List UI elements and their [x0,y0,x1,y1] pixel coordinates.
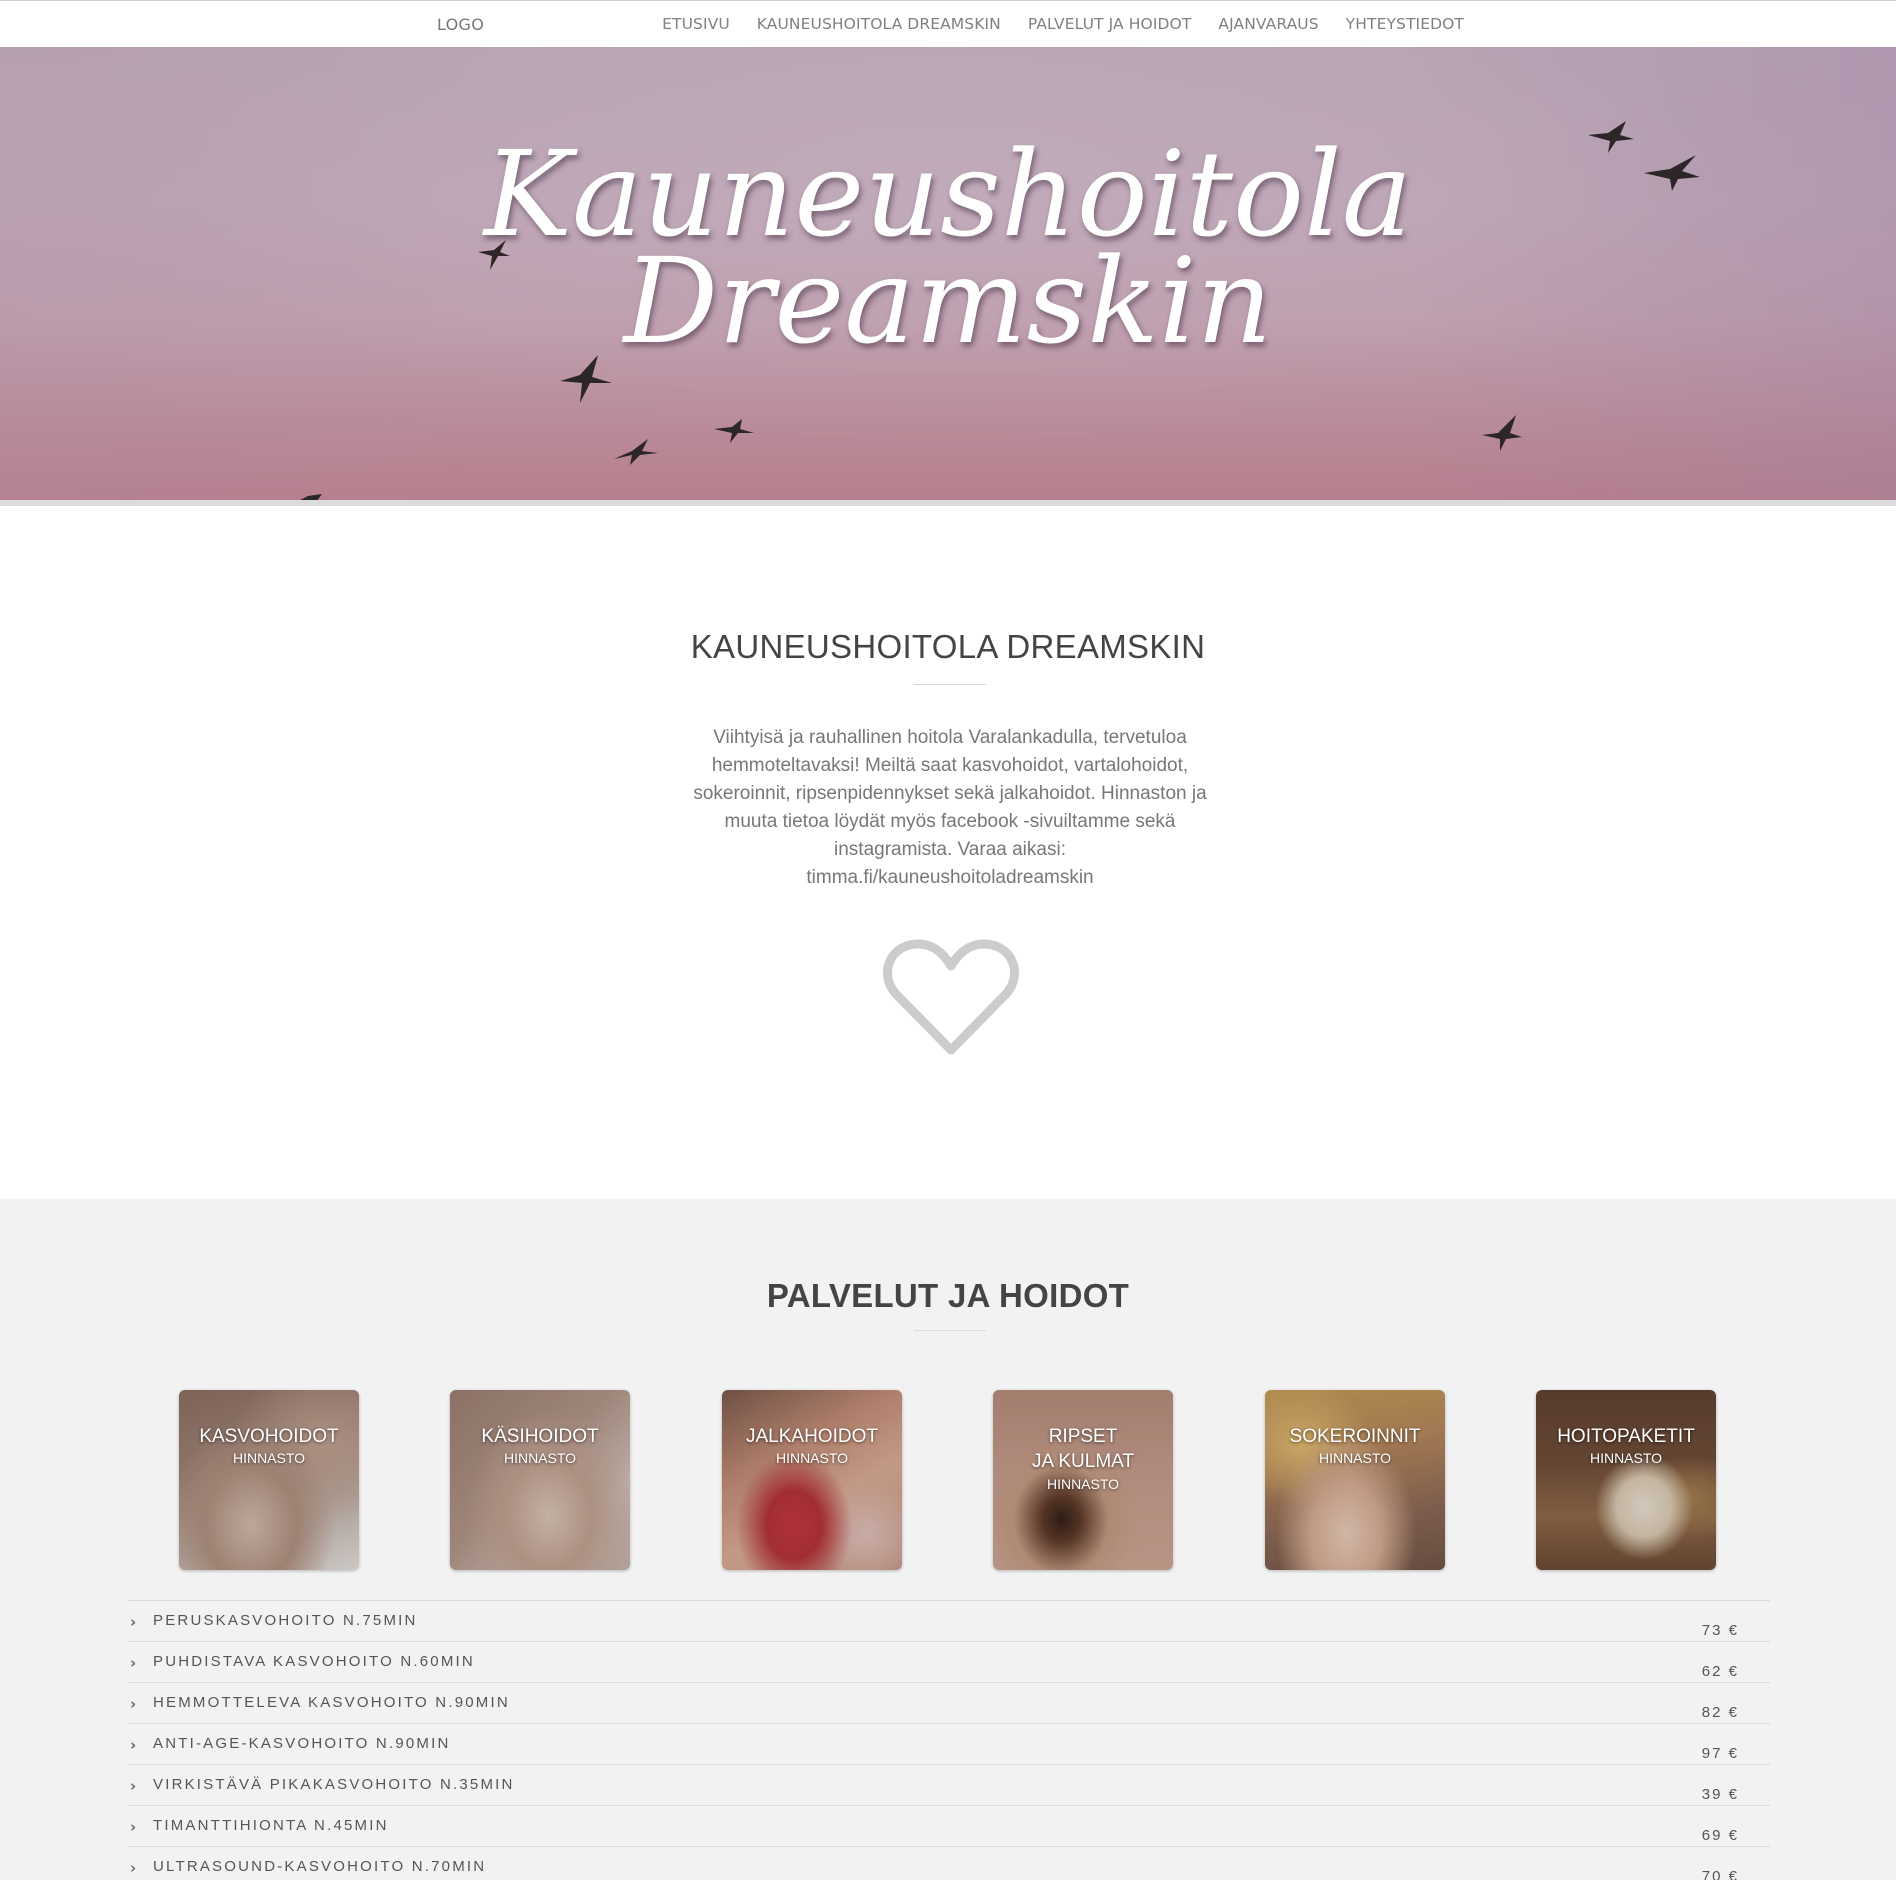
price-list: › PERUSKASVOHOITO N.75MIN 73 € › PUHDIST… [128,1600,1770,1880]
price-item-name: VIRKISTÄVÄ PIKAKASVOHOITO N.35MIN [153,1776,515,1793]
price-row[interactable]: › ANTI-AGE-KASVOHOITO N.90MIN 97 € [128,1723,1770,1764]
bird-icon [1588,121,1634,153]
card-title: SOKEROINNIT [1289,1426,1421,1447]
price-row[interactable]: › VIRKISTÄVÄ PIKAKASVOHOITO N.35MIN 39 € [128,1764,1770,1805]
bird-icon [1482,415,1522,451]
price-item-name: TIMANTTIHIONTA N.45MIN [153,1817,389,1834]
service-card-jalkahoidot[interactable]: JALKAHOIDOT HINNASTO [722,1390,902,1570]
card-title: JALKAHOIDOT [746,1426,878,1447]
price-item-name: ULTRASOUND-KASVOHOITO N.70MIN [153,1858,487,1875]
price-item-price: 73 € [1701,1622,1739,1639]
card-overlay [179,1390,359,1570]
price-item-price: 97 € [1701,1745,1739,1762]
card-overlay [1536,1390,1716,1570]
card-title: HOITOPAKETIT [1557,1426,1695,1447]
service-card-kasihoidot[interactable]: KÄSIHOIDOT HINNASTO [450,1390,630,1570]
chevron-right-icon: › [130,1736,137,1754]
heart-icon [883,939,1019,1055]
navbar: LOGO ETUSIVU KAUNEUSHOITOLA DREAMSKIN PA… [0,1,1896,47]
price-row[interactable]: › HEMMOTTELEVA KASVOHOITO N.90MIN 82 € [128,1682,1770,1723]
card-title: KASVOHOIDOT [199,1426,339,1447]
card-subtitle: HINNASTO [503,1450,577,1466]
price-item-name: HEMMOTTELEVA KASVOHOITO N.90MIN [153,1694,510,1711]
logo-link[interactable]: LOGO [437,15,484,34]
bird-icon [560,355,612,403]
bird-icon [1644,155,1700,191]
nav-item-yhteystiedot[interactable]: YHTEYSTIEDOT [1346,15,1464,33]
card-subtitle: HINNASTO [775,1450,849,1466]
price-row[interactable]: › TIMANTTIHIONTA N.45MIN 69 € [128,1805,1770,1846]
bird-icon [714,419,754,443]
services-title: PALVELUT JA HOIDOT [766,1277,1130,1314]
intro-title: KAUNEUSHOITOLA DREAMSKIN [690,628,1206,665]
nav-item-etusivu[interactable]: ETUSIVU [662,15,730,33]
card-title: KÄSIHOIDOT [481,1426,599,1447]
bird-icon [614,439,658,465]
card-subtitle: HINNASTO [1318,1450,1392,1466]
chevron-right-icon: › [130,1777,137,1795]
nav-menu: ETUSIVU KAUNEUSHOITOLA DREAMSKIN PALVELU… [662,15,1464,33]
intro-text: Viihtyisä ja rauhallinen hoitola Varalan… [693,727,1207,888]
nav-item-palvelut[interactable]: PALVELUT JA HOIDOT [1028,15,1192,33]
chevron-right-icon: › [130,1695,137,1713]
chevron-right-icon: › [130,1859,137,1877]
services-divider [914,1330,986,1331]
card-overlay [450,1390,630,1570]
price-row[interactable]: › ULTRASOUND-KASVOHOITO N.70MIN 70 € [128,1846,1770,1880]
service-card-hoitopaketit[interactable]: HOITOPAKETIT HINNASTO [1536,1390,1716,1570]
hero-divider [0,500,1896,506]
price-item-price: 70 € [1701,1868,1739,1880]
card-subtitle: HINNASTO [232,1450,306,1466]
nav-item-kauneushoitola[interactable]: KAUNEUSHOITOLA DREAMSKIN [757,15,1001,33]
price-row[interactable]: › PERUSKASVOHOITO N.75MIN 73 € [128,1600,1770,1641]
chevron-right-icon: › [130,1818,137,1836]
chevron-right-icon: › [130,1613,137,1631]
price-item-price: 62 € [1701,1663,1739,1680]
service-card-kasvohoidot[interactable]: KASVOHOIDOT HINNASTO [179,1390,359,1570]
price-item-price: 39 € [1701,1786,1739,1803]
chevron-right-icon: › [130,1654,137,1672]
intro-divider [914,684,986,685]
card-overlay [722,1390,902,1570]
price-item-name: ANTI-AGE-KASVOHOITO N.90MIN [153,1735,451,1752]
price-item-name: PERUSKASVOHOITO N.75MIN [153,1612,418,1629]
card-title: RIPSET JA KULMAT [1031,1426,1135,1472]
bird-icon [478,240,510,270]
price-item-price: 69 € [1701,1827,1739,1844]
price-item-name: PUHDISTAVA KASVOHOITO N.60MIN [153,1653,475,1670]
card-subtitle: HINNASTO [1589,1450,1663,1466]
price-row[interactable]: › PUHDISTAVA KASVOHOITO N.60MIN 62 € [128,1641,1770,1682]
hero-banner: Kauneushoitola Dreamskin [0,47,1896,502]
card-subtitle: HINNASTO [1046,1476,1120,1492]
hero-title-line2: Dreamskin [623,232,1273,370]
card-overlay [1265,1390,1445,1570]
price-item-price: 82 € [1701,1704,1739,1721]
service-card-ripset-ja-kulmat[interactable]: RIPSET JA KULMAT HINNASTO [993,1390,1173,1570]
nav-item-ajanvaraus[interactable]: AJANVARAUS [1218,15,1318,33]
service-card-sokeroinnit[interactable]: SOKEROINNIT HINNASTO [1265,1390,1445,1570]
